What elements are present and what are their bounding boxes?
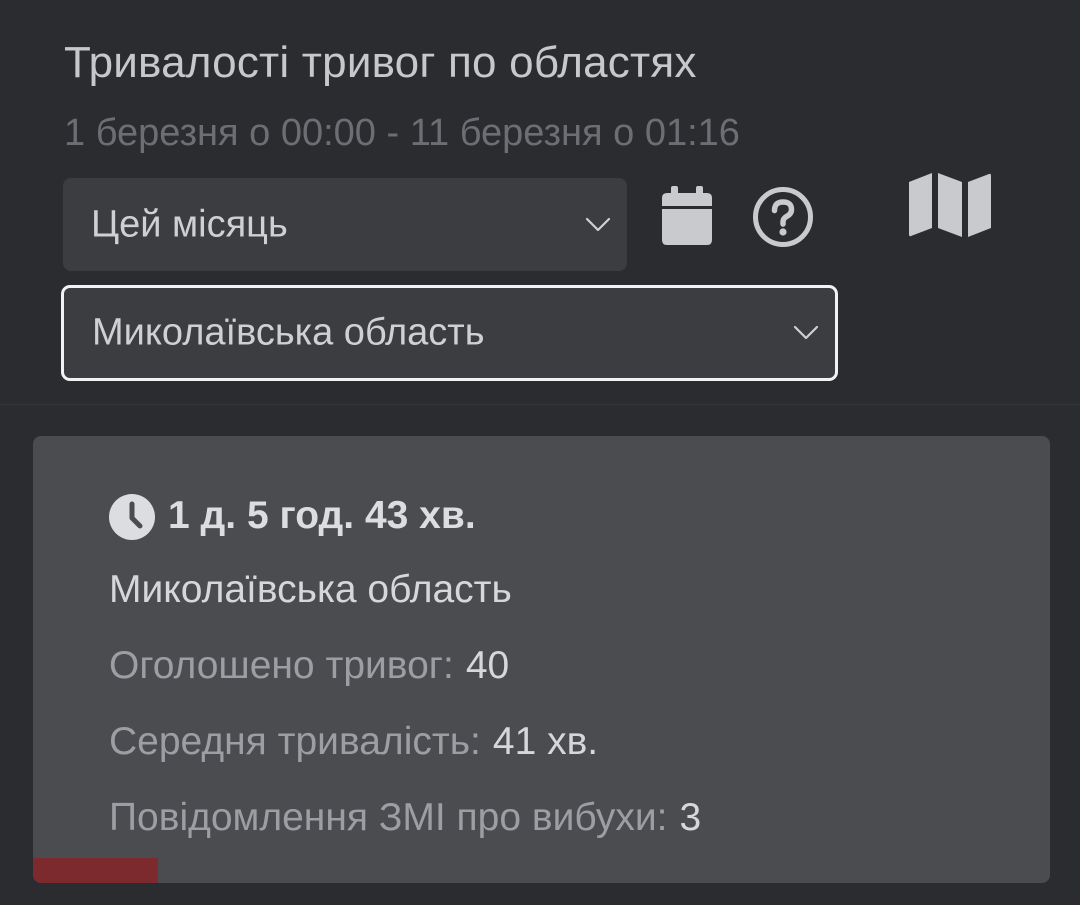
chevron-down-icon: [585, 217, 611, 231]
help-icon[interactable]: [752, 186, 814, 248]
region-select[interactable]: Миколаївська область: [61, 285, 838, 381]
page-title: Тривалості тривог по областях: [64, 38, 697, 87]
average-duration-value: 41 хв.: [492, 720, 599, 763]
explosion-reports-label: Повідомлення ЗМІ про вибухи:: [109, 796, 668, 839]
average-duration-label: Середня тривалість:: [109, 720, 481, 763]
duration-share-bar-fill: [33, 858, 159, 883]
alerts-count-row: Оголошено тривог: 40: [109, 644, 509, 688]
clock-icon: [109, 494, 155, 540]
page: Тривалості тривог по областях 1 березня …: [0, 0, 1080, 905]
chevron-down-icon: [793, 325, 819, 340]
region-name: Миколаївська область: [109, 568, 512, 611]
calendar-icon[interactable]: [660, 186, 714, 246]
explosion-reports-value: 3: [679, 796, 702, 839]
duration-share-bar: [33, 858, 1050, 883]
period-select-value: Цей місяць: [91, 203, 288, 245]
date-range: 1 березня о 00:00 - 11 березня о 01:16: [64, 112, 740, 154]
average-duration-row: Середня тривалість: 41 хв.: [109, 720, 598, 764]
alerts-count-value: 40: [465, 644, 510, 687]
header: Тривалості тривог по областях 1 березня …: [0, 0, 1080, 405]
map-icon[interactable]: [908, 172, 992, 238]
explosion-reports-row: Повідомлення ЗМІ про вибухи: 3: [109, 796, 701, 840]
period-select[interactable]: Цей місяць: [63, 178, 627, 271]
region-select-value: Миколаївська область: [92, 311, 485, 354]
alerts-count-label: Оголошено тривог:: [109, 644, 454, 687]
region-result-card[interactable]: 1 д. 5 год. 43 хв. Миколаївська область …: [33, 436, 1050, 883]
total-duration: 1 д. 5 год. 43 хв.: [168, 494, 476, 537]
